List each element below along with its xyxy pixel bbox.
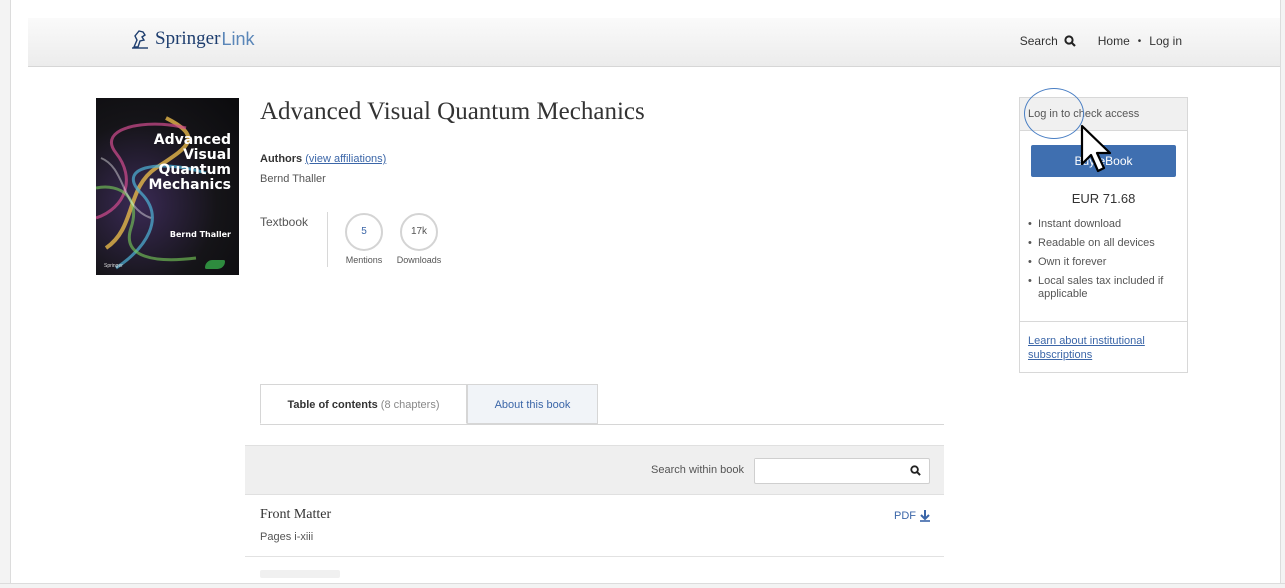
view-affiliations-link[interactable]: (view affiliations) (305, 153, 386, 165)
content-tabs: Table of contents (8 chapters) About thi… (260, 384, 944, 425)
authors-heading: Authors (view affiliations) (260, 153, 387, 165)
top-navigation: Search Home • Log in (1020, 34, 1182, 48)
nav-separator: • (1137, 35, 1142, 47)
cover-publisher: Springer (104, 263, 123, 269)
mentions-metric[interactable]: 5 Mentions (340, 213, 388, 265)
perk-item: Local sales tax included if applicable (1028, 275, 1183, 301)
window-frame-left (0, 0, 11, 588)
mentions-count: 5 (345, 213, 383, 251)
purchase-perks-list: Instant download Readable on all devices… (1028, 218, 1183, 307)
book-title: Advanced Visual Quantum Mechanics (260, 98, 645, 125)
ebook-price: EUR 71.68 (1071, 191, 1136, 206)
tab-table-of-contents[interactable]: Table of contents (8 chapters) (260, 384, 467, 424)
search-icon (1064, 35, 1076, 47)
login-link[interactable]: Log in (1149, 34, 1182, 48)
downloads-label: Downloads (396, 255, 442, 265)
tab-about-this-book[interactable]: About this book (467, 384, 598, 424)
perk-item: Readable on all devices (1028, 237, 1183, 250)
book-cover: Advanced Visual Quantum Mechanics Bernd … (96, 98, 239, 275)
next-chapter-faded (260, 570, 340, 578)
highlight-circle (1024, 88, 1084, 139)
chapter-count: (8 chapters) (380, 399, 440, 411)
search-submit-icon[interactable] (910, 465, 921, 476)
book-type: Textbook (260, 215, 309, 229)
home-link[interactable]: Home (1098, 34, 1130, 48)
search-within-input[interactable] (755, 459, 907, 481)
search-within-box (754, 458, 930, 484)
perk-item: Instant download (1028, 218, 1183, 231)
institutional-subscriptions-link[interactable]: Learn about institutional subscriptions (1028, 334, 1178, 362)
perk-item: Own it forever (1028, 256, 1183, 269)
chapter-title-link[interactable]: Front Matter (260, 507, 331, 523)
cover-author: Bernd Thaller (169, 230, 231, 239)
chapter-divider (245, 556, 944, 557)
search-link-label: Search (1019, 34, 1058, 48)
window-frame-bottom (0, 583, 1285, 588)
purchase-box-divider (1020, 321, 1187, 322)
downloads-metric: 17k Downloads (395, 213, 443, 265)
chapter-pdf-download[interactable]: PDF (894, 510, 930, 522)
springer-horse-icon (132, 30, 148, 49)
chapter-pages: Pages i-xiii (260, 531, 314, 543)
springerlink-logo[interactable]: Springer Link (129, 28, 254, 50)
window-frame-right (1280, 0, 1285, 588)
site-header: Springer Link Search Home • Log in (28, 18, 1280, 67)
author-name[interactable]: Bernd Thaller (260, 173, 326, 185)
mouse-cursor-icon (1080, 124, 1112, 173)
download-arrow-icon (920, 510, 930, 522)
logo-brand-text: Springer (155, 28, 221, 49)
search-within-book-bar: Search within book (245, 445, 944, 495)
logo-sub-text: Link (221, 28, 255, 49)
mentions-label: Mentions (345, 255, 383, 265)
downloads-count: 17k (400, 213, 438, 251)
meta-divider (327, 212, 328, 267)
cover-title: Advanced Visual Quantum Mechanics (148, 132, 231, 193)
search-link[interactable]: Search (1020, 34, 1076, 48)
search-within-label: Search within book (651, 464, 744, 476)
